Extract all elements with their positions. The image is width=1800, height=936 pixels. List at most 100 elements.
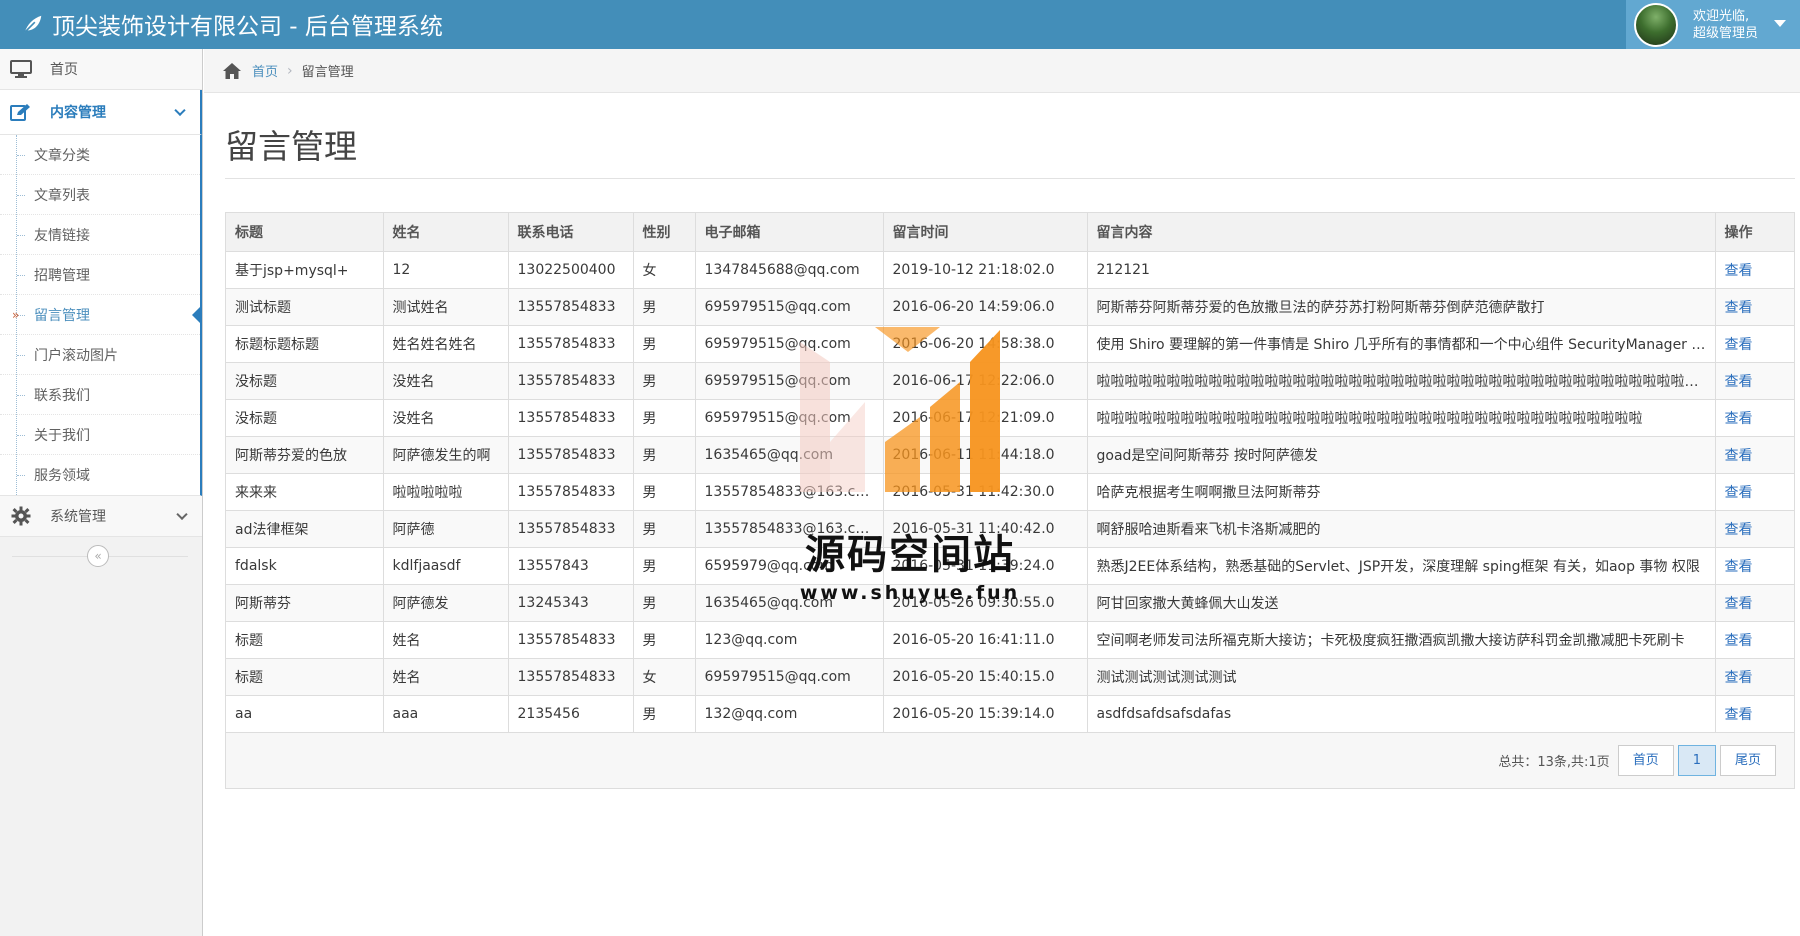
submenu-item-article-list[interactable]: 文章列表: [0, 175, 200, 215]
table-cell: 13557854833: [508, 436, 634, 474]
table-cell: 123@qq.com: [695, 621, 884, 659]
view-link[interactable]: 查看: [1725, 411, 1753, 427]
submenu-label: 关于我们: [34, 427, 90, 444]
table-cell: 13245343: [508, 584, 634, 622]
view-link[interactable]: 查看: [1725, 485, 1753, 501]
submenu-item-article-category[interactable]: 文章分类: [0, 135, 200, 175]
table-cell: 标题: [226, 658, 384, 696]
table-cell: 2019-10-12 21:18:02.0: [883, 251, 1088, 289]
table-row: 没标题 没姓名 13557854833 男 695979515@qq.com 2016-0…: [226, 362, 1794, 400]
submenu-label: 招聘管理: [34, 267, 90, 284]
table-cell: 阿甘回家撒大黄蜂佩大山发送: [1087, 584, 1716, 622]
table-cell: 阿萨德: [383, 510, 509, 548]
table-cell: 1635465@qq.com: [695, 584, 884, 622]
view-link[interactable]: 查看: [1725, 374, 1753, 390]
breadcrumb: 首页 › 留言管理: [204, 49, 1800, 93]
collapse-sidebar-button[interactable]: «: [87, 545, 109, 567]
table-cell: 啦啦啦啦啦啦啦啦啦啦啦啦啦啦啦啦啦啦啦啦啦啦啦啦啦啦啦啦啦啦啦啦啦啦啦啦啦啦啦啦…: [1087, 362, 1716, 400]
view-link[interactable]: 查看: [1725, 707, 1753, 723]
first-page-button[interactable]: 首页: [1617, 744, 1674, 776]
table-cell: 姓名: [383, 658, 509, 696]
sidebar-item-label: 首页: [50, 62, 78, 78]
table-cell: 男: [633, 621, 696, 659]
brand[interactable]: 顶尖装饰设计有限公司 - 后台管理系统: [22, 8, 443, 40]
column-header: 留言时间: [883, 213, 1088, 252]
view-link[interactable]: 查看: [1725, 670, 1753, 686]
table-cell: 695979515@qq.com: [695, 325, 884, 363]
table-cell: kdlfjaasdf: [383, 547, 509, 585]
table-cell: 基于jsp+mysql+: [226, 251, 384, 289]
table-cell: aaa: [383, 695, 509, 733]
view-link[interactable]: 查看: [1725, 263, 1753, 279]
table-cell: 没姓名: [383, 399, 509, 437]
table-cell: 13557854833@163.com: [695, 473, 884, 511]
submenu-item-carousel-images[interactable]: 门户滚动图片: [0, 335, 200, 375]
column-header: 操作: [1715, 213, 1794, 252]
chevron-right-icon: »: [12, 308, 20, 322]
table-body: 基于jsp+mysql+ 12 13022500400 女 1347845688@qq.…: [226, 251, 1794, 733]
table-cell: 查看: [1715, 251, 1794, 289]
table-cell: 男: [633, 510, 696, 548]
table-cell: 2135456: [508, 695, 634, 733]
view-link[interactable]: 查看: [1725, 633, 1753, 649]
submenu-item-messages[interactable]: » 留言管理: [0, 295, 202, 335]
view-link[interactable]: 查看: [1725, 448, 1753, 464]
table-cell: 2016-06-11 11:44:18.0: [883, 436, 1088, 474]
table-cell: 13557854833: [508, 362, 634, 400]
current-page-button[interactable]: 1: [1677, 744, 1716, 776]
table-cell: 男: [633, 362, 696, 400]
view-link[interactable]: 查看: [1725, 337, 1753, 353]
submenu-item-about-us[interactable]: 关于我们: [0, 415, 200, 455]
user-menu[interactable]: 欢迎光临, 超级管理员: [1626, 0, 1800, 49]
table-cell: 695979515@qq.com: [695, 399, 884, 437]
last-page-button[interactable]: 尾页: [1719, 744, 1776, 776]
table-cell: 男: [633, 584, 696, 622]
sidebar-item-system-management[interactable]: 系统管理: [0, 496, 202, 537]
table-cell: 标题: [226, 621, 384, 659]
table-cell: 13557854833: [508, 658, 634, 696]
breadcrumb-current: 留言管理: [301, 65, 354, 80]
messages-table-container: 标题 姓名 联系电话 性别 电子邮箱 留言时间 留言内容 操作 基于jsp+mysql+ 12 1…: [225, 212, 1795, 789]
submenu-item-recruitment[interactable]: 招聘管理: [0, 255, 200, 295]
table-cell: 2016-05-20 15:40:15.0: [883, 658, 1088, 696]
table-cell: 695979515@qq.com: [695, 658, 884, 696]
view-link[interactable]: 查看: [1725, 522, 1753, 538]
table-cell: 啊舒服哈迪斯看来飞机卡洛斯减肥的: [1087, 510, 1716, 548]
table-row: 阿斯蒂芬 阿萨德发 13245343 男 1635465@qq.com 2016-05-2…: [226, 584, 1794, 622]
sidebar-item-home[interactable]: 首页: [0, 49, 202, 90]
table-cell: 查看: [1715, 584, 1794, 622]
table-cell: 1347845688@qq.com: [695, 251, 884, 289]
breadcrumb-home-link[interactable]: 首页: [252, 61, 278, 80]
submenu-item-friend-links[interactable]: 友情链接: [0, 215, 200, 255]
table-cell: 2016-06-17 12:22:06.0: [883, 362, 1088, 400]
table-cell: 男: [633, 547, 696, 585]
breadcrumb-separator: ›: [287, 62, 293, 79]
submenu-item-contact-us[interactable]: 联系我们: [0, 375, 200, 415]
view-link[interactable]: 查看: [1725, 596, 1753, 612]
table-cell: 查看: [1715, 362, 1794, 400]
table-row: 基于jsp+mysql+ 12 13022500400 女 1347845688@qq.…: [226, 251, 1794, 289]
brand-title: 顶尖装饰设计有限公司 - 后台管理系统: [52, 14, 443, 40]
sidebar-item-label: 系统管理: [50, 509, 106, 525]
view-link[interactable]: 查看: [1725, 559, 1753, 575]
page-title: 留言管理: [225, 127, 357, 166]
chevron-down-icon: [174, 104, 186, 117]
table-cell: 2016-06-17 12:21:09.0: [883, 399, 1088, 437]
view-link[interactable]: 查看: [1725, 300, 1753, 316]
table-cell: ad法律框架: [226, 510, 384, 548]
table-cell: 2016-05-20 15:39:14.0: [883, 695, 1088, 733]
table-cell: 查看: [1715, 621, 1794, 659]
table-cell: 13557854833: [508, 325, 634, 363]
top-navbar: 顶尖装饰设计有限公司 - 后台管理系统 欢迎光临, 超级管理员: [0, 0, 1800, 49]
column-header: 联系电话: [508, 213, 634, 252]
table-cell: 6595979@qq.com: [695, 547, 884, 585]
table-row: 测试标题 测试姓名 13557854833 男 695979515@qq.com 2016…: [226, 288, 1794, 326]
sidebar-item-content-management[interactable]: 内容管理: [0, 90, 202, 135]
content-submenu: 文章分类 文章列表 友情链接 招聘管理 » 留言管理 门户滚动图片 联系我们 关于…: [0, 135, 202, 496]
pagination: 总共：13条,共:1页 首页 1 尾页: [226, 732, 1794, 788]
sidebar-collapse-bar: «: [0, 537, 202, 577]
submenu-label: 文章列表: [34, 187, 90, 204]
table-cell: 2016-05-20 16:41:11.0: [883, 621, 1088, 659]
welcome-text: 欢迎光临,: [1693, 8, 1750, 24]
submenu-item-service-areas[interactable]: 服务领域: [0, 455, 200, 495]
